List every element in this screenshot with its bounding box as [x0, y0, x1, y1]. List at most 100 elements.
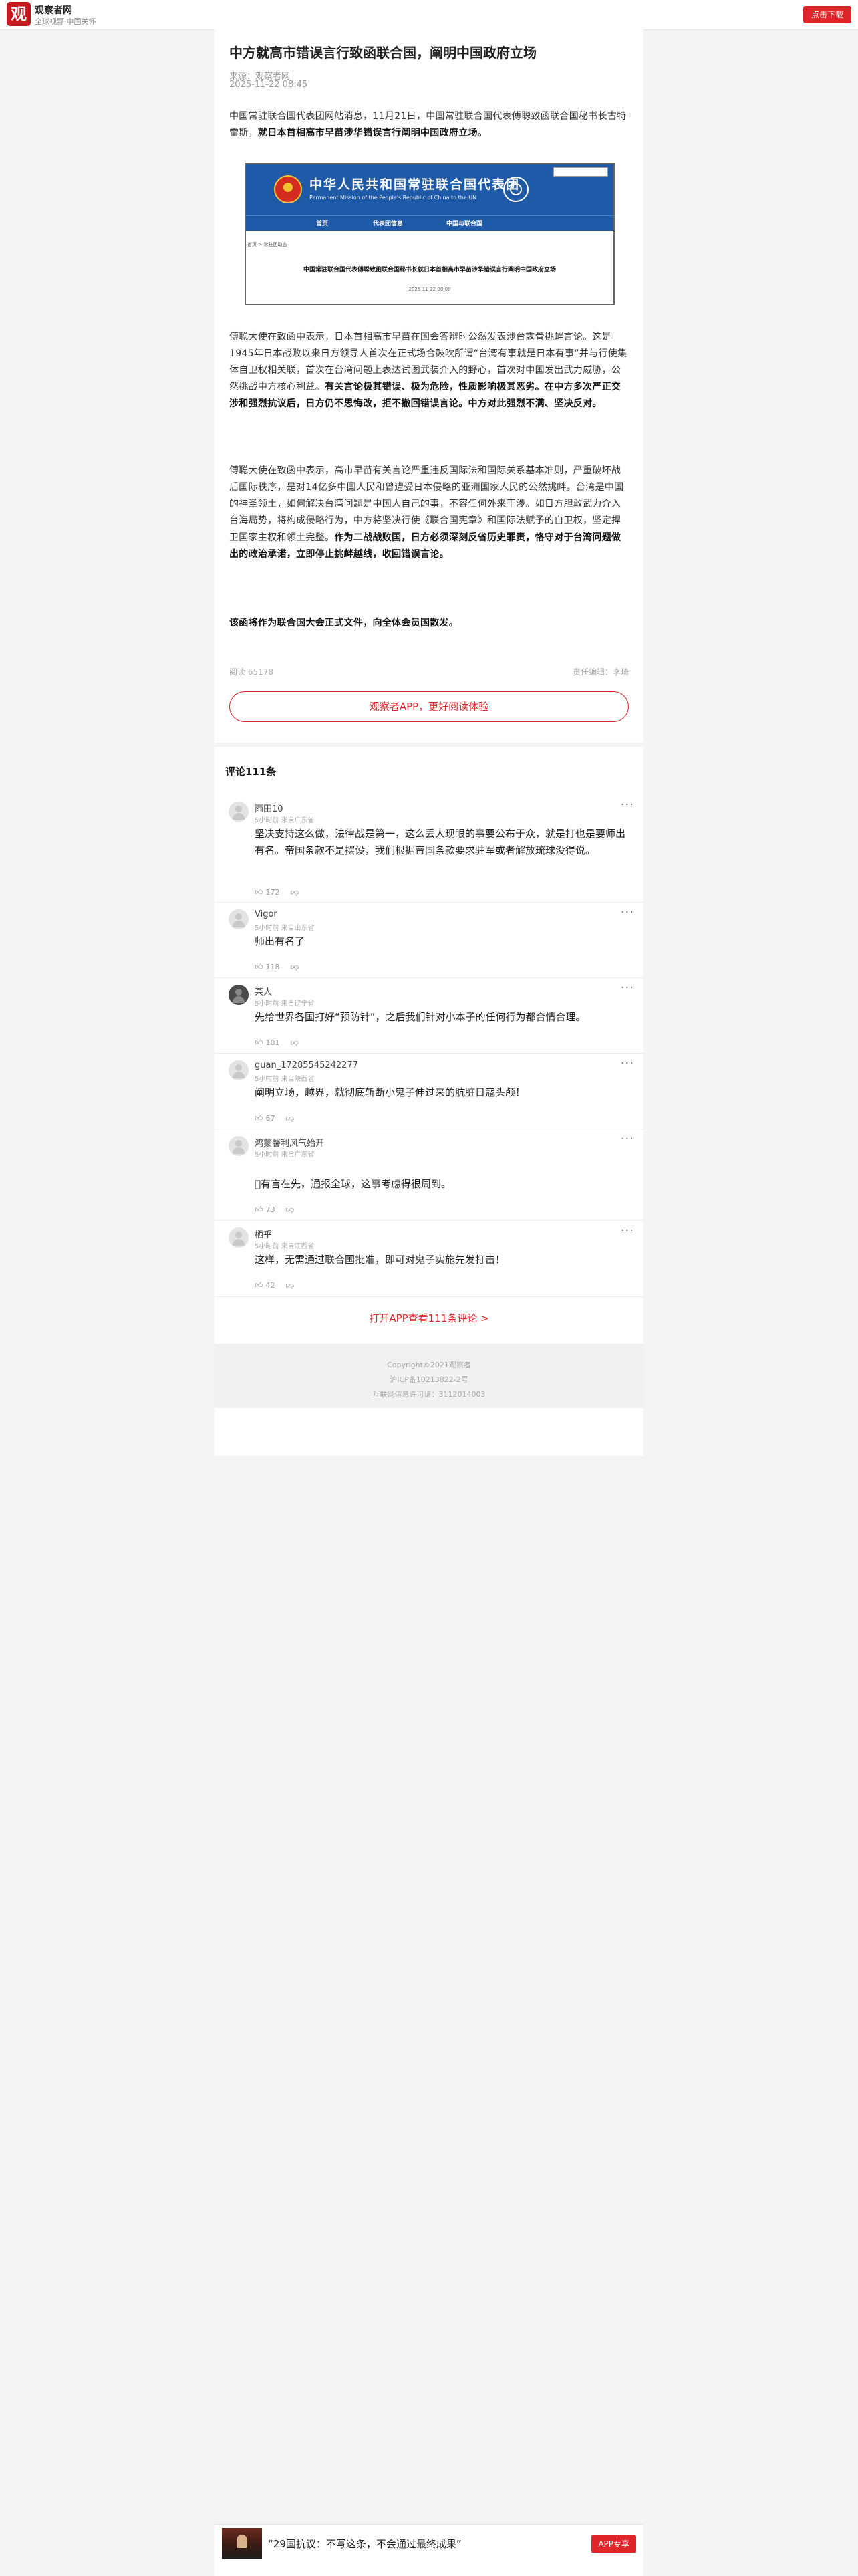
site-logo[interactable]: 观	[7, 2, 31, 26]
copyright-text: Copyright©2021观察者	[387, 1361, 471, 1369]
more-options-icon[interactable]: ···	[621, 1056, 634, 1070]
paragraph-bold-text: 就日本首相高市早苗涉华错误言行阐明中国政府立场。	[257, 128, 488, 138]
article-paragraph-2: 傅聪大使在致函中表示，日本首相高市早苗在国会答辩时公然发表涉台露骨挑衅言论。这是…	[229, 329, 629, 413]
image-nav: 首页 代表团信息 中国与联合国	[246, 215, 613, 231]
like-count: 172	[265, 888, 280, 897]
thumbs-down-icon[interactable]: 👍︎	[291, 962, 299, 972]
avatar[interactable]	[229, 985, 249, 1005]
comment-meta: 5小时前 来自广东省	[255, 1151, 315, 1159]
image-nav-item: 中国与联合国	[446, 221, 483, 227]
comment-text: 􏰀有言在先，通报全球，这事考虑得很周到。	[255, 1178, 452, 1190]
divider	[214, 902, 644, 903]
download-button[interactable]: 点击下载	[803, 6, 851, 23]
like-count: 101	[265, 1038, 280, 1047]
thumbs-up-icon[interactable]: 👍︎	[255, 887, 263, 897]
read-count: 阅读 65178	[229, 667, 273, 677]
comment-actions: 👍︎ 118 👍︎	[255, 962, 299, 972]
more-options-icon[interactable]: ···	[621, 905, 634, 919]
national-emblem-icon	[274, 175, 302, 203]
comment-text: 坚决支持这么做，法律战是第一，这么丢人现眼的事要公布于众，就是打也是要师出有名。…	[255, 828, 626, 856]
thumbs-down-icon[interactable]: 👍︎	[291, 1038, 299, 1048]
comment-meta: 5小时前 来自广东省	[255, 817, 315, 824]
like-count: 73	[265, 1205, 275, 1214]
image-breadcrumb: 首页 > 常驻团动态	[247, 242, 287, 247]
comment-actions: 👍︎ 42 👍︎	[255, 1280, 294, 1290]
comment-meta: 5小时前 来自江西省	[255, 1243, 315, 1250]
more-options-icon[interactable]: ···	[621, 1223, 634, 1238]
paragraph-bold-text: 该函将作为联合国大会正式文件，向全体会员国散发。	[229, 618, 459, 628]
thumbs-down-icon[interactable]: 👍︎	[291, 887, 299, 897]
article-date: 2025-11-22 08:45	[229, 80, 308, 90]
more-options-icon[interactable]: ···	[621, 798, 634, 812]
open-app-button[interactable]: 观察者APP，更好阅读体验	[229, 691, 629, 722]
thumbs-up-icon[interactable]: 👍︎	[255, 1113, 263, 1123]
page-footer: Copyright©2021观察者 沪ICP备10213822-2号 互联网信息…	[214, 1344, 644, 1408]
license-text: 互联网信息许可证：3112014003	[372, 1390, 486, 1399]
image-headline: 中国常驻联合国代表傅聪致函联合国秘书长就日本首相高市早苗涉华错误言行阐明中国政府…	[303, 267, 556, 273]
avatar[interactable]	[229, 1227, 249, 1248]
article-card: 中方就高市错误言行致函联合国，阐明中国政府立场 来源：观察者网 2025-11-…	[214, 29, 644, 743]
site-name[interactable]: 观察者网	[35, 3, 72, 17]
more-options-icon[interactable]: ···	[621, 1132, 634, 1146]
comment-author[interactable]: Vigor	[255, 909, 277, 919]
divider	[214, 1220, 644, 1221]
avatar[interactable]	[229, 1060, 249, 1080]
comment-author[interactable]: guan_17285545242277	[255, 1060, 358, 1070]
avatar[interactable]	[229, 1136, 249, 1156]
image-search-box	[553, 167, 608, 177]
view-all-comments-link[interactable]: 打开APP查看111条评论 >	[214, 1311, 644, 1325]
thumbs-down-icon[interactable]: 👍︎	[286, 1280, 295, 1290]
article-paragraph-3: 傅聪大使在致函中表示，高市早苗有关言论严重违反国际法和国际关系基本准则，严重破坏…	[229, 463, 629, 563]
image-nav-item: 首页	[316, 221, 329, 227]
image-nav-item: 代表团信息	[373, 221, 404, 227]
comment-author[interactable]: 雨田10	[255, 802, 283, 814]
divider	[214, 1053, 644, 1054]
comment-text: 先给世界各国打好“预防针”，之后我们针对小本子的任何行为都合情合理。	[255, 1011, 586, 1023]
more-options-icon[interactable]: ···	[621, 981, 634, 995]
article-image[interactable]: 中华人民共和国常驻联合国代表团 Permanent Mission of the…	[245, 163, 615, 305]
thumbs-up-icon[interactable]: 👍︎	[255, 1205, 263, 1215]
bottom-promo-banner[interactable]: “29国抗议：不写这条，不会通过最终成果” APP专享	[214, 2524, 644, 2576]
comments-section: 评论111条 雨田10 5小时前 来自广东省 ··· 坚决支持这么做，法律战是第…	[214, 747, 644, 1344]
site-slogan: 全球视野·中国关怀	[35, 17, 96, 26]
comment-actions: 👍︎ 67 👍︎	[255, 1113, 294, 1123]
thumbs-down-icon[interactable]: 👍︎	[286, 1113, 295, 1123]
news-thumbnail	[222, 2528, 262, 2559]
article-paragraph-4: 该函将作为联合国大会正式文件，向全体会员国散发。	[229, 615, 629, 632]
comment-author[interactable]: 鸿蒙馨利风气始开	[255, 1136, 324, 1149]
empty-card	[214, 1408, 644, 1456]
image-date: 2025-11-22 00:00	[408, 287, 451, 292]
promo-headline[interactable]: “29国抗议：不写这条，不会通过最终成果”	[268, 2537, 462, 2551]
comment-meta: 5小时前 来自山东省	[255, 925, 315, 932]
avatar[interactable]	[229, 909, 249, 929]
thumbs-up-icon[interactable]: 👍︎	[255, 962, 263, 972]
article-paragraph-1: 中国常驻联合国代表团网站消息，11月21日，中国常驻联合国代表傅聪致函联合国秘书…	[229, 108, 629, 142]
editor-credit: 责任编辑：李琦	[572, 667, 629, 677]
comment-meta: 5小时前 来自陕西省	[255, 1076, 315, 1083]
thumbs-up-icon[interactable]: 👍︎	[255, 1280, 263, 1290]
un-emblem-icon	[503, 177, 529, 202]
app-exclusive-button[interactable]: APP专享	[591, 2535, 636, 2553]
top-header: 观 观察者网 全球视野·中国关怀 点击下载	[0, 0, 858, 30]
comment-author[interactable]: 某人	[255, 985, 272, 998]
thumbs-down-icon[interactable]: 👍︎	[286, 1205, 295, 1215]
article-title: 中方就高市错误言行致函联合国，阐明中国政府立场	[229, 45, 537, 61]
comment-author[interactable]: 栖乎	[255, 1227, 272, 1240]
icp-text[interactable]: 沪ICP备10213822-2号	[214, 1374, 644, 1385]
image-org-name: 中华人民共和国常驻联合国代表团	[309, 177, 521, 192]
image-org-name-en: Permanent Mission of the People's Republ…	[309, 195, 477, 201]
paragraph-text: 傅聪大使在致函中表示，高市早苗有关言论严重违反国际法和国际关系基本准则，严重破坏…	[229, 465, 624, 543]
comments-header: 评论111条	[225, 766, 277, 778]
thumbs-up-icon[interactable]: 👍︎	[255, 1038, 263, 1048]
comment-actions: 👍︎ 172 👍︎	[255, 887, 299, 897]
divider	[214, 1296, 644, 1297]
like-count: 67	[265, 1114, 275, 1123]
comment-text: 这样，无需通过联合国批准，即可对鬼子实施先发打击！	[255, 1254, 506, 1266]
comment-text: 师出有名了	[255, 935, 305, 947]
comment-text: 阐明立场，越界，就彻底斩断小鬼子伸过来的肮脏日寇头颅！	[255, 1086, 526, 1098]
comment-actions: 👍︎ 73 👍︎	[255, 1205, 294, 1215]
comment-actions: 👍︎ 101 👍︎	[255, 1038, 299, 1048]
like-count: 42	[265, 1281, 275, 1290]
divider	[214, 977, 644, 978]
avatar[interactable]	[229, 802, 249, 822]
